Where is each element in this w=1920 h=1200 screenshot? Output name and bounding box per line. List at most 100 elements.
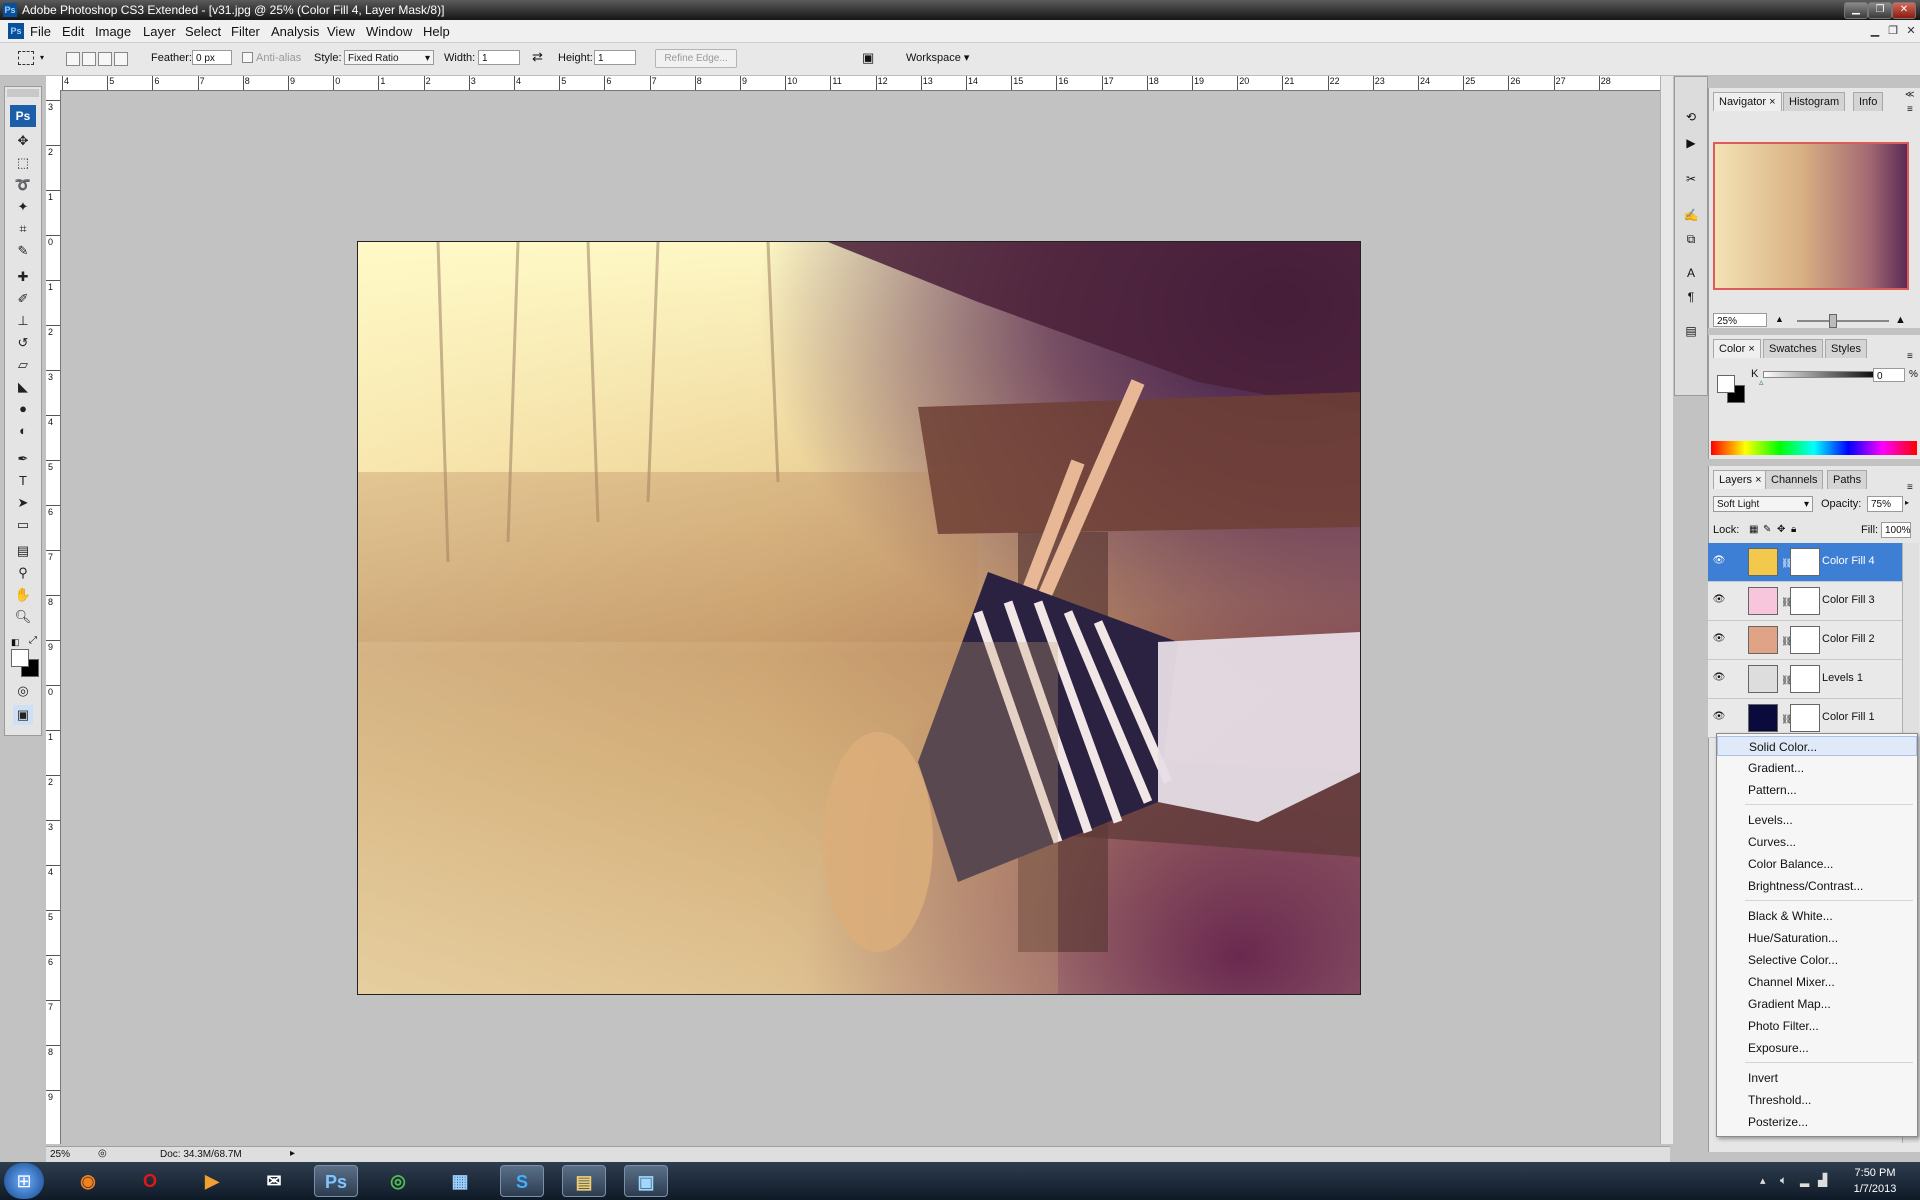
visibility-eye-icon[interactable]: 👁︎: [1712, 633, 1726, 645]
menu-item-selective-color[interactable]: Selective Color...: [1717, 950, 1917, 970]
network-icon[interactable]: ▂: [1800, 1173, 1809, 1187]
explorer-icon[interactable]: ▤: [562, 1165, 606, 1197]
opera-icon[interactable]: O: [128, 1165, 172, 1197]
start-button[interactable]: ⊞: [4, 1163, 44, 1199]
vertical-scrollbar[interactable]: [1660, 76, 1673, 1144]
navigator-zoom-input[interactable]: 25%: [1713, 313, 1767, 327]
menu-item-curves[interactable]: Curves...: [1717, 832, 1917, 852]
doc-close-button[interactable]: ✕: [1902, 24, 1920, 38]
menu-item-pattern[interactable]: Pattern...: [1717, 780, 1917, 800]
k-slider[interactable]: [1763, 371, 1881, 378]
swap-dimensions-icon[interactable]: ⇄: [532, 49, 543, 65]
tab-paths[interactable]: Paths: [1827, 470, 1868, 489]
menu-item-solid-color[interactable]: Solid Color...: [1717, 736, 1917, 756]
layer-row[interactable]: 👁︎ ⛓ Color Fill 3: [1708, 582, 1902, 621]
layer-row[interactable]: 👁︎ ⛓ Levels 1: [1708, 660, 1902, 699]
tab-color[interactable]: Color ×: [1713, 339, 1761, 358]
menu-filter[interactable]: Filter: [231, 24, 260, 39]
refine-edge-button[interactable]: Refine Edge...: [655, 49, 737, 68]
menu-item-posterize[interactable]: Posterize...: [1717, 1112, 1917, 1132]
menu-analysis[interactable]: Analysis: [271, 24, 319, 39]
fill-swatch-thumbnail[interactable]: [1748, 587, 1778, 615]
opacity-input[interactable]: 75%: [1867, 496, 1903, 512]
layer-mask-thumbnail[interactable]: [1790, 626, 1820, 654]
tab-swatches[interactable]: Swatches: [1763, 339, 1823, 358]
menu-select[interactable]: Select: [185, 24, 221, 39]
brushes-panel-icon[interactable]: ✍: [1681, 205, 1701, 225]
brush-tool-icon[interactable]: ✐: [13, 289, 33, 309]
menu-item-levels[interactable]: Levels...: [1717, 810, 1917, 830]
menu-item-invert[interactable]: Invert: [1717, 1068, 1917, 1088]
lock-all-icon[interactable]: 🔒︎: [1791, 524, 1796, 535]
tab-channels[interactable]: Channels: [1765, 470, 1824, 489]
menu-help[interactable]: Help: [423, 24, 450, 39]
status-menu-arrow-icon[interactable]: ▸: [290, 1148, 295, 1159]
pen-tool-icon[interactable]: ✒: [13, 449, 33, 469]
media-player-icon[interactable]: ▶: [190, 1165, 234, 1197]
firefox-icon[interactable]: ◉: [66, 1165, 110, 1197]
visibility-eye-icon[interactable]: 👁︎: [1712, 672, 1726, 684]
menu-item-color-balance[interactable]: Color Balance...: [1717, 854, 1917, 874]
panel-menu-icon[interactable]: ≡: [1907, 482, 1913, 493]
path-selection-tool-icon[interactable]: ➤: [13, 493, 33, 513]
layer-mask-thumbnail[interactable]: [1790, 587, 1820, 615]
height-input[interactable]: 1: [594, 50, 636, 65]
visibility-eye-icon[interactable]: 👁︎: [1712, 555, 1726, 567]
menu-item-channel-mixer[interactable]: Channel Mixer...: [1717, 972, 1917, 992]
tab-layers[interactable]: Layers ×: [1713, 470, 1768, 489]
system-clock[interactable]: 7:50 PM 1/7/2013: [1840, 1165, 1910, 1197]
dodge-tool-icon[interactable]: ◐: [13, 421, 33, 441]
notes-tool-icon[interactable]: ▤: [13, 541, 33, 561]
lasso-tool-icon[interactable]: ➰: [13, 175, 33, 195]
paint-bucket-tool-icon[interactable]: ◣: [13, 377, 33, 397]
blur-tool-icon[interactable]: ●: [13, 399, 33, 419]
fill-swatch-thumbnail[interactable]: [1748, 704, 1778, 732]
layer-mask-thumbnail[interactable]: [1790, 665, 1820, 693]
panel-menu-icon[interactable]: ≡: [1907, 104, 1913, 115]
minimize-button[interactable]: ▁: [1844, 2, 1868, 19]
menu-item-brightness-contrast[interactable]: Brightness/Contrast...: [1717, 876, 1917, 896]
menu-file[interactable]: File: [30, 24, 51, 39]
tool-preset-dropdown-icon[interactable]: ▾: [40, 53, 44, 62]
rectangular-marquee-icon[interactable]: [18, 51, 34, 65]
layer-row[interactable]: 👁︎ ⛓ Color Fill 2: [1708, 621, 1902, 660]
lock-position-icon[interactable]: ✥: [1777, 524, 1785, 535]
crop-tool-icon[interactable]: ⌗: [13, 219, 33, 239]
tab-navigator[interactable]: Navigator ×: [1713, 92, 1782, 111]
google-talk-icon[interactable]: ✉: [252, 1165, 296, 1197]
default-colors-icon[interactable]: ◧: [11, 637, 20, 647]
layer-mask-thumbnail[interactable]: [1790, 548, 1820, 576]
style-select[interactable]: Fixed Ratio ▾: [344, 50, 434, 65]
blend-mode-select[interactable]: Soft Light ▾: [1713, 496, 1813, 512]
width-input[interactable]: 1: [478, 50, 520, 65]
feather-input[interactable]: 0 px: [192, 50, 232, 65]
history-brush-tool-icon[interactable]: ↺: [13, 333, 33, 353]
chrome-icon[interactable]: ◎: [376, 1165, 420, 1197]
swap-colors-icon[interactable]: ⤢: [29, 635, 37, 646]
tool-presets-icon[interactable]: ✂: [1681, 169, 1701, 189]
fill-swatch-thumbnail[interactable]: [1748, 548, 1778, 576]
clone-stamp-tool-icon[interactable]: ⊥: [13, 311, 33, 331]
status-zoom[interactable]: 25%: [50, 1149, 70, 1160]
menu-item-photo-filter[interactable]: Photo Filter...: [1717, 1016, 1917, 1036]
rectangle-tool-icon[interactable]: ▭: [13, 515, 33, 535]
visibility-eye-icon[interactable]: 👁︎: [1712, 711, 1726, 723]
photoshop-app-icon[interactable]: Ps: [3, 3, 17, 17]
menu-image[interactable]: Image: [95, 24, 131, 39]
history-panel-icon[interactable]: ⟲: [1681, 107, 1701, 127]
workspace-icon[interactable]: ▣: [862, 50, 884, 66]
photoshop-taskbar-icon[interactable]: Ps: [314, 1165, 358, 1197]
navigator-thumbnail[interactable]: [1713, 142, 1909, 290]
tab-histogram[interactable]: Histogram: [1783, 92, 1846, 111]
close-button[interactable]: ✕: [1892, 2, 1916, 19]
photoshop-logo[interactable]: Ps: [10, 105, 36, 127]
paragraph-panel-icon[interactable]: ¶: [1681, 287, 1701, 307]
document-icon[interactable]: Ps: [8, 23, 24, 39]
layer-row[interactable]: 👁︎ ⛓ Color Fill 4: [1708, 543, 1902, 582]
type-tool-icon[interactable]: T: [13, 471, 33, 491]
menu-item-gradient-map[interactable]: Gradient Map...: [1717, 994, 1917, 1014]
actions-panel-icon[interactable]: ▶: [1681, 133, 1701, 153]
subtract-from-selection-button[interactable]: [98, 52, 112, 66]
status-icon[interactable]: ◎: [98, 1148, 107, 1159]
workspace-menu[interactable]: Workspace ▾: [906, 51, 969, 64]
